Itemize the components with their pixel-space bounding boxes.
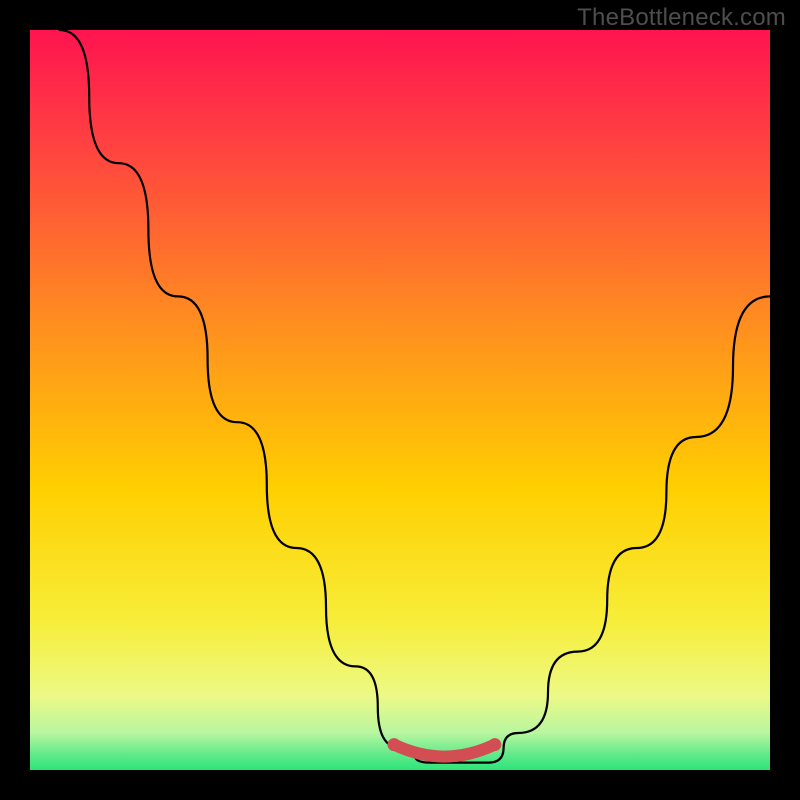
trough-endpoint	[488, 738, 501, 751]
gradient-background	[30, 30, 770, 770]
chart-frame: TheBottleneck.com	[0, 0, 800, 800]
trough-endpoint	[388, 738, 401, 751]
watermark-text: TheBottleneck.com	[577, 4, 786, 32]
plot-area	[30, 30, 770, 770]
